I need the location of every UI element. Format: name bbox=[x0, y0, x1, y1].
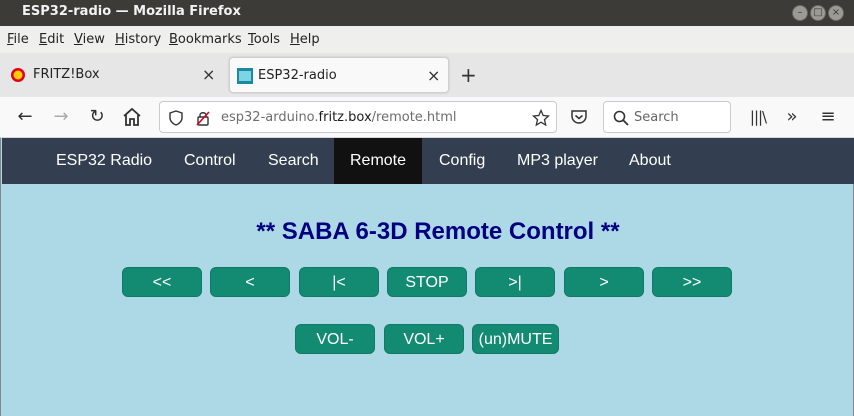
stop-button[interactable]: STOP bbox=[387, 267, 467, 297]
hamburger-menu-icon[interactable]: ≡ bbox=[816, 105, 840, 129]
menu-bar: File Edit View History Bookmarks Tools H… bbox=[0, 26, 854, 53]
nav-remote[interactable]: Remote bbox=[334, 138, 423, 184]
url-text: esp32-arduino.fritz.box/remote.html bbox=[221, 110, 457, 125]
menu-history[interactable]: History bbox=[115, 32, 161, 47]
search-icon bbox=[613, 110, 629, 126]
menu-view[interactable]: View bbox=[74, 32, 105, 47]
window-titlebar: ESP32-radio — Mozilla Firefox – □ × bbox=[0, 0, 854, 26]
minimize-icon: – bbox=[797, 7, 803, 18]
library-icon[interactable]: |||\ bbox=[746, 105, 770, 129]
volume-up-button[interactable]: VOL+ bbox=[384, 324, 464, 354]
nav-esp32-radio[interactable]: ESP32 Radio bbox=[40, 138, 168, 184]
navigation-bar: ← → ↻ esp32-arduino.fritz.box/remote.htm… bbox=[0, 97, 854, 138]
fritzbox-favicon-icon bbox=[11, 68, 25, 82]
nav-config[interactable]: Config bbox=[423, 138, 501, 184]
previous-button[interactable]: |< bbox=[299, 267, 379, 297]
nav-mp3-player[interactable]: MP3 player bbox=[501, 138, 614, 184]
bookmark-star-icon[interactable] bbox=[532, 109, 550, 127]
esp32-favicon-icon bbox=[237, 68, 253, 84]
mute-toggle-button[interactable]: (un)MUTE bbox=[472, 324, 559, 354]
menu-file[interactable]: File bbox=[7, 32, 29, 47]
site-nav: ESP32 Radio Control Search Remote Config… bbox=[2, 138, 854, 184]
menu-edit[interactable]: Edit bbox=[39, 32, 64, 47]
maximize-button[interactable]: □ bbox=[810, 5, 826, 21]
insecure-lock-icon[interactable] bbox=[195, 110, 211, 126]
tab-esp32-radio[interactable]: ESP32-radio × bbox=[229, 57, 449, 93]
url-bar[interactable]: esp32-arduino.fritz.box/remote.html bbox=[159, 101, 557, 133]
next-button[interactable]: >| bbox=[475, 267, 555, 297]
back-arrow-icon[interactable]: ← bbox=[13, 105, 37, 129]
page-content: ESP32 Radio Control Search Remote Config… bbox=[0, 138, 854, 416]
search-placeholder: Search bbox=[634, 110, 679, 125]
menu-tools[interactable]: Tools bbox=[248, 32, 280, 47]
shield-icon[interactable] bbox=[168, 110, 184, 126]
rewind-button[interactable]: < bbox=[210, 267, 290, 297]
tab-label: ESP32-radio bbox=[258, 68, 337, 83]
forward-arrow-icon[interactable]: → bbox=[49, 105, 73, 129]
nav-control[interactable]: Control bbox=[168, 138, 252, 184]
new-tab-icon[interactable]: + bbox=[460, 63, 477, 87]
reload-icon[interactable]: ↻ bbox=[85, 105, 109, 129]
fast-forward-button[interactable]: >> bbox=[652, 267, 732, 297]
volume-down-button[interactable]: VOL- bbox=[295, 324, 375, 354]
close-tab-icon[interactable]: × bbox=[427, 66, 440, 85]
nav-search[interactable]: Search bbox=[252, 138, 335, 184]
pocket-icon[interactable] bbox=[570, 108, 588, 126]
minimize-button[interactable]: – bbox=[792, 5, 808, 21]
close-icon: × bbox=[831, 7, 841, 18]
tab-fritzbox[interactable]: FRITZ!Box × bbox=[0, 57, 225, 93]
maximize-icon: □ bbox=[813, 7, 823, 18]
overflow-chevron-icon[interactable]: » bbox=[780, 105, 804, 129]
fast-rewind-button[interactable]: << bbox=[122, 267, 202, 297]
home-icon[interactable] bbox=[120, 105, 144, 129]
page-heading: ** SABA 6-3D Remote Control ** bbox=[256, 218, 620, 245]
nav-about[interactable]: About bbox=[613, 138, 687, 184]
window-title: ESP32-radio — Mozilla Firefox bbox=[22, 4, 241, 19]
tab-label: FRITZ!Box bbox=[33, 67, 100, 82]
search-input[interactable]: Search bbox=[603, 101, 731, 133]
tab-strip: FRITZ!Box × ESP32-radio × bbox=[0, 53, 854, 97]
menu-bookmarks[interactable]: Bookmarks bbox=[169, 32, 242, 47]
menu-help[interactable]: Help bbox=[290, 32, 320, 47]
close-tab-icon[interactable]: × bbox=[202, 65, 215, 84]
close-window-button[interactable]: × bbox=[828, 5, 844, 21]
forward-button[interactable]: > bbox=[564, 267, 644, 297]
